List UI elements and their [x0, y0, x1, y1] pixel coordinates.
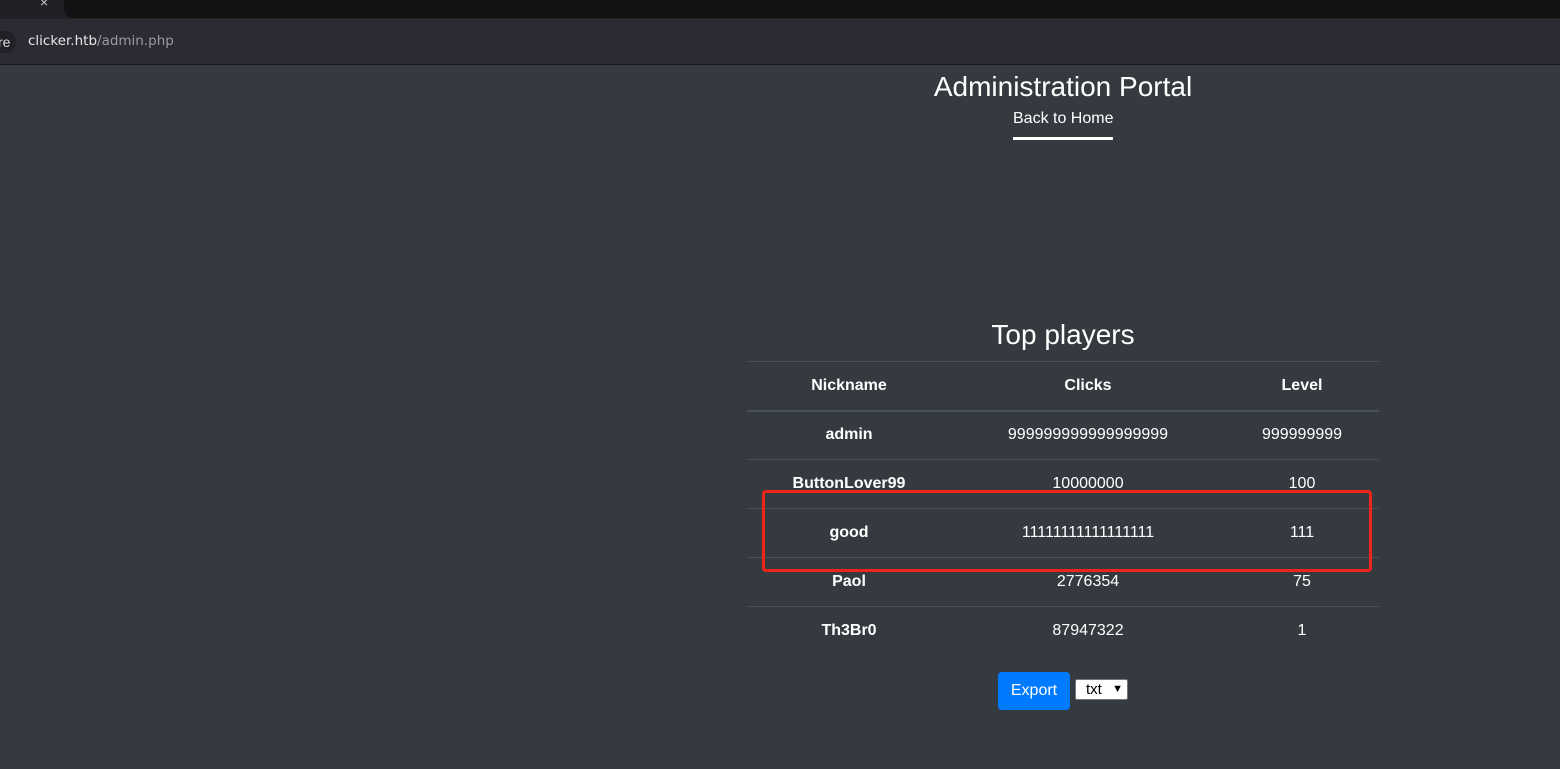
- close-tab-icon[interactable]: ×: [40, 0, 48, 10]
- export-format-select[interactable]: txt ▼: [1075, 679, 1128, 700]
- table-row: Th3Br0 87947322 1: [747, 606, 1379, 656]
- nickname-cell: Th3Br0: [747, 606, 951, 656]
- url-text[interactable]: clicker.htb/admin.php: [28, 33, 174, 49]
- clicks-cell: 999999999999999999: [951, 410, 1225, 460]
- page-content: Administration Portal Back to Home Top p…: [0, 66, 1560, 769]
- page-title: Administration Portal: [933, 71, 1193, 102]
- back-to-home-link[interactable]: Back to Home: [1013, 110, 1114, 140]
- address-bar[interactable]: re clicker.htb/admin.php: [0, 19, 1560, 65]
- site-info-badge[interactable]: re: [0, 31, 17, 53]
- export-button[interactable]: Export: [998, 672, 1070, 710]
- url-host: clicker.htb: [28, 33, 98, 49]
- chevron-down-icon: ▼: [1112, 683, 1123, 695]
- selected-format: txt: [1086, 681, 1102, 698]
- column-header-clicks: Clicks: [951, 361, 1225, 412]
- clicks-cell: 87947322: [951, 606, 1225, 656]
- highlight-box: [762, 490, 1372, 572]
- nickname-cell: admin: [747, 410, 951, 460]
- url-path: /admin.php: [97, 33, 174, 49]
- active-tab[interactable]: [64, 0, 1560, 18]
- top-players-title: Top players: [991, 319, 1135, 350]
- level-cell: 1: [1225, 606, 1379, 656]
- column-header-level: Level: [1225, 361, 1379, 412]
- browser-tab-bar: ×: [0, 0, 1560, 19]
- column-header-nickname: Nickname: [747, 361, 951, 412]
- table-row: admin 999999999999999999 999999999: [747, 410, 1379, 460]
- level-cell: 999999999: [1225, 410, 1379, 460]
